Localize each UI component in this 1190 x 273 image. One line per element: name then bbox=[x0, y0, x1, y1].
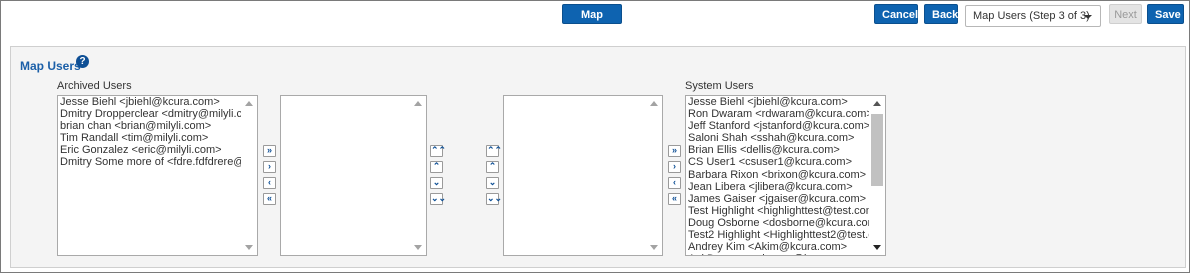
move-right-system-button[interactable]: ‹ bbox=[668, 177, 681, 189]
selected-system-list[interactable] bbox=[503, 95, 663, 256]
system-users-label: System Users bbox=[685, 80, 754, 92]
scrollbar-thumb[interactable] bbox=[871, 114, 883, 186]
selected-system-scrollbar[interactable] bbox=[646, 96, 662, 255]
chevron-down-icon bbox=[1084, 15, 1092, 19]
help-icon[interactable]: ? bbox=[76, 55, 89, 68]
move-all-left-system-button[interactable]: » bbox=[668, 145, 681, 157]
panel-title: Map Users bbox=[20, 59, 81, 73]
app-frame: Map Users Cancel Back Map Users (Step 3 … bbox=[0, 0, 1190, 273]
list-item[interactable]: Ani Dongre <adongre@kcura.com> bbox=[688, 253, 869, 255]
move-all-right-system-button[interactable]: « bbox=[668, 193, 681, 205]
move-top-button-right[interactable]: ⌃⌃ bbox=[486, 145, 502, 157]
list-item[interactable]: Tim Randall <tim@milyli.com> bbox=[60, 132, 241, 144]
scroll-down-icon[interactable] bbox=[650, 245, 658, 250]
scroll-down-icon[interactable] bbox=[873, 245, 881, 250]
scroll-down-icon[interactable] bbox=[414, 245, 422, 250]
step-select[interactable]: Map Users (Step 3 of 3) bbox=[965, 5, 1101, 27]
scroll-up-icon[interactable] bbox=[245, 101, 253, 106]
system-users-scrollbar[interactable] bbox=[869, 96, 885, 255]
system-users-list[interactable]: Jesse Biehl <jbiehl@kcura.com> Ron Dwaram… bbox=[685, 95, 886, 256]
move-up-button-right[interactable]: ⌃ bbox=[486, 161, 499, 173]
list-item[interactable]: Jeff Stanford <jstanford@kcura.com> bbox=[688, 120, 869, 132]
step-select-value: Map Users (Step 3 of 3) bbox=[973, 10, 1090, 22]
scroll-down-icon[interactable] bbox=[245, 245, 253, 250]
list-item[interactable]: Jesse Biehl <jbiehl@kcura.com> bbox=[60, 96, 241, 108]
save-button[interactable]: Save bbox=[1147, 4, 1184, 24]
scroll-up-icon[interactable] bbox=[650, 101, 658, 106]
move-left-button[interactable]: ‹ bbox=[263, 177, 276, 189]
top-toolbar: Map Users Cancel Back Map Users (Step 3 … bbox=[2, 2, 1188, 41]
move-all-right-button[interactable]: » bbox=[263, 145, 276, 157]
archived-users-list[interactable]: Jesse Biehl <jbiehl@kcura.com> Dmitry Dro… bbox=[57, 95, 258, 256]
list-item[interactable]: Test2 Highlight <Highlighttest2@test.com… bbox=[688, 229, 869, 241]
back-button[interactable]: Back bbox=[924, 4, 958, 24]
list-item[interactable]: Jesse Biehl <jbiehl@kcura.com> bbox=[688, 96, 869, 108]
move-top-button-left[interactable]: ⌃⌃ bbox=[430, 145, 446, 157]
list-item[interactable]: brian chan <brian@milyli.com> bbox=[60, 120, 241, 132]
system-users-items: Jesse Biehl <jbiehl@kcura.com> Ron Dwaram… bbox=[688, 96, 869, 255]
selected-archived-list[interactable] bbox=[280, 95, 427, 256]
selected-archived-scrollbar[interactable] bbox=[410, 96, 426, 255]
list-item[interactable]: Dmitry Some more of <fdre.fdfdrere@yah bbox=[60, 156, 241, 168]
move-down-button-right[interactable]: ⌄ bbox=[486, 177, 499, 189]
list-item[interactable]: Ron Dwaram <rdwaram@kcura.com> bbox=[688, 108, 869, 120]
list-item[interactable]: Doug Osborne <dosborne@kcura.com> bbox=[688, 217, 869, 229]
move-left-system-button[interactable]: › bbox=[668, 161, 681, 173]
list-item[interactable]: CS User1 <csuser1@kcura.com> bbox=[688, 156, 869, 168]
list-item[interactable]: Jean Libera <jlibera@kcura.com> bbox=[688, 181, 869, 193]
move-all-left-button[interactable]: « bbox=[263, 193, 276, 205]
map-users-panel: Map Users ? Archived Users System Users … bbox=[10, 46, 1186, 268]
list-item[interactable]: Brian Ellis <dellis@kcura.com> bbox=[688, 144, 869, 156]
list-item[interactable]: Saloni Shah <sshah@kcura.com> bbox=[688, 132, 869, 144]
move-bottom-button-right[interactable]: ⌄⌄ bbox=[486, 193, 502, 205]
list-item[interactable]: James Gaiser <jgaiser@kcura.com> bbox=[688, 193, 869, 205]
scroll-up-icon[interactable] bbox=[414, 101, 422, 106]
move-up-button-left[interactable]: ⌃ bbox=[430, 161, 443, 173]
next-button[interactable]: Next bbox=[1109, 4, 1142, 24]
archived-users-label: Archived Users bbox=[57, 80, 132, 92]
list-item[interactable]: Barbara Rixon <brixon@kcura.com> bbox=[688, 169, 869, 181]
scroll-up-icon[interactable] bbox=[873, 101, 881, 106]
list-item[interactable]: Andrey Kim <Akim@kcura.com> bbox=[688, 241, 869, 253]
archived-users-items: Jesse Biehl <jbiehl@kcura.com> Dmitry Dro… bbox=[60, 96, 241, 169]
map-users-button[interactable]: Map Users bbox=[562, 4, 622, 41]
archived-users-scrollbar[interactable] bbox=[241, 96, 257, 255]
list-item[interactable]: Eric Gonzalez <eric@milyli.com> bbox=[60, 144, 241, 156]
move-bottom-button-left[interactable]: ⌄⌄ bbox=[430, 193, 446, 205]
list-item[interactable]: Test Highlight <highlighttest@test.com> bbox=[688, 205, 869, 217]
list-item[interactable]: Dmitry Dropperclear <dmitry@milyli.com> bbox=[60, 108, 241, 120]
move-right-button[interactable]: › bbox=[263, 161, 276, 173]
move-down-button-left[interactable]: ⌄ bbox=[430, 177, 443, 189]
cancel-button[interactable]: Cancel bbox=[874, 4, 918, 24]
